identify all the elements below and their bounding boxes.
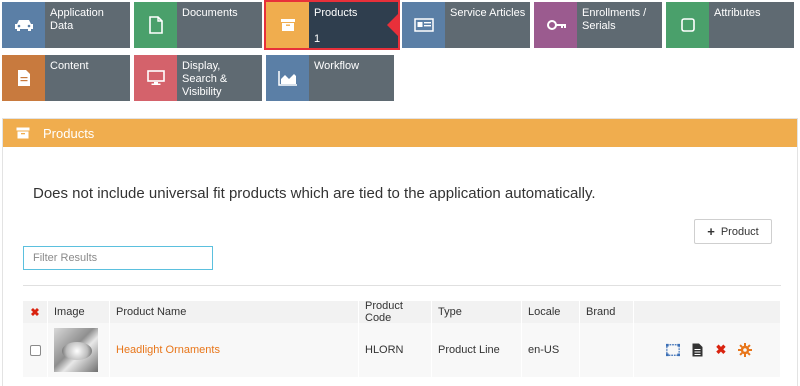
tile-products-body: Products 1 <box>309 2 398 48</box>
header-image[interactable]: Image <box>48 301 110 323</box>
panel-title: Products <box>43 125 95 141</box>
monitor-icon <box>134 55 177 101</box>
car-icon <box>2 2 45 48</box>
tile-count: 1 <box>314 33 321 45</box>
checkbox-icon <box>666 2 709 48</box>
header-product-name[interactable]: Product Name <box>110 301 359 323</box>
tile-label: Enrollments / Serials <box>582 7 647 32</box>
add-product-label: Product <box>720 225 759 238</box>
delete-selected-icon[interactable]: ✖ <box>23 301 48 323</box>
gear-icon[interactable] <box>738 343 752 357</box>
tile-products[interactable]: Products 1 <box>264 0 400 50</box>
product-type-cell: Product Line <box>432 323 522 377</box>
tile-label: Workflow <box>314 60 360 72</box>
link-icon[interactable] <box>666 343 680 357</box>
box-icon <box>3 127 43 139</box>
row-select[interactable] <box>23 323 48 377</box>
filter-results-input[interactable] <box>23 246 213 270</box>
tile-content[interactable]: Content <box>2 55 130 101</box>
area-chart-icon <box>266 55 309 101</box>
product-thumbnail <box>54 328 98 372</box>
box-icon <box>266 2 309 48</box>
row-actions: ✖ <box>634 323 781 377</box>
add-product-button[interactable]: + Product <box>694 219 772 244</box>
table-header: ✖ Image Product Name Product Code Type L… <box>23 300 781 324</box>
product-name-cell: Headlight Ornaments <box>110 323 359 377</box>
notice-text: Does not include universal fit products … <box>33 185 596 202</box>
tile-display-search-visibility[interactable]: Display, Search & Visibility <box>134 55 262 101</box>
id-card-icon <box>402 2 445 48</box>
content-icon <box>2 55 45 101</box>
tile-application-data[interactable]: Application Data <box>2 2 130 48</box>
table-row: Headlight Ornaments HLORN Product Line e… <box>23 323 781 377</box>
panel-header: Products <box>3 119 797 147</box>
product-code-cell: HLORN <box>359 323 432 377</box>
header-actions <box>634 301 781 323</box>
tile-label: Display, Search & Visibility <box>182 60 228 98</box>
tile-label: Products <box>314 7 358 19</box>
tile-label: Application Data <box>50 7 104 32</box>
products-panel: Products Does not include universal fit … <box>2 118 798 386</box>
tile-label: Documents <box>182 7 238 19</box>
document-icon <box>134 2 177 48</box>
row-checkbox[interactable] <box>29 344 41 356</box>
tile-label: Service Articles <box>450 7 526 19</box>
product-name-link[interactable]: Headlight Ornaments <box>116 344 220 356</box>
product-brand-cell <box>580 323 634 377</box>
header-product-code[interactable]: Product Code <box>359 300 432 324</box>
document-icon[interactable] <box>690 343 704 357</box>
header-locale[interactable]: Locale <box>522 301 580 323</box>
header-brand[interactable]: Brand <box>580 301 634 323</box>
product-locale-cell: en-US <box>522 323 580 377</box>
header-type[interactable]: Type <box>432 301 522 323</box>
tile-documents[interactable]: Documents <box>134 2 262 48</box>
active-indicator <box>387 14 398 36</box>
tile-service-articles[interactable]: Service Articles <box>402 2 530 48</box>
tile-label: Attributes <box>714 7 761 19</box>
tile-workflow[interactable]: Workflow <box>266 55 394 101</box>
tile-enrollments-serials[interactable]: Enrollments / Serials <box>534 2 662 48</box>
plus-icon: + <box>707 224 715 239</box>
tile-attributes[interactable]: Attributes <box>666 2 794 48</box>
products-table: ✖ Image Product Name Product Code Type L… <box>23 300 781 377</box>
divider <box>23 285 781 286</box>
key-icon <box>534 2 577 48</box>
delete-icon[interactable]: ✖ <box>714 342 728 357</box>
tile-label: Content <box>50 60 89 72</box>
product-image-cell <box>48 323 110 377</box>
